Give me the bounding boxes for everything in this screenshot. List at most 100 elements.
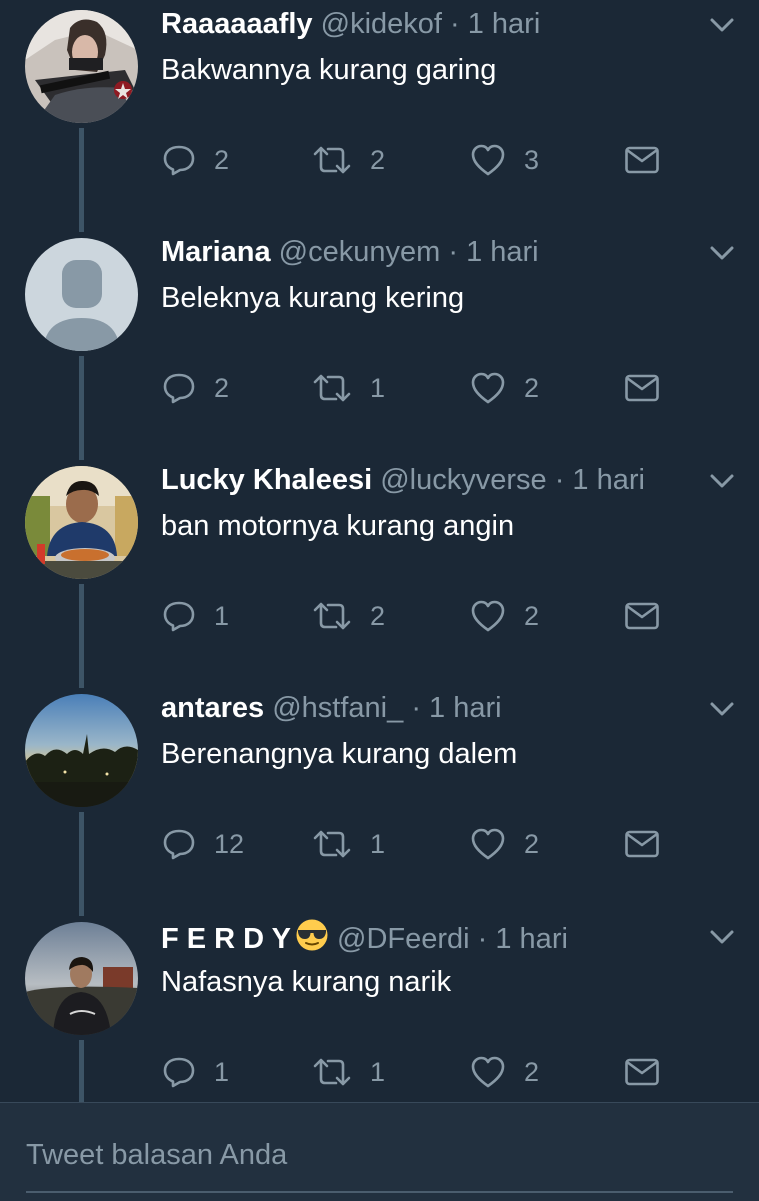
display-name[interactable]: Mariana [161, 236, 271, 268]
reply-count: 1 [214, 600, 230, 631]
avatar[interactable] [25, 694, 138, 807]
chevron-down-icon[interactable] [707, 12, 737, 38]
tweet-header: Lucky Khaleesi @luckyverse · 1 hari [161, 462, 699, 498]
reply-icon [163, 145, 195, 176]
handle[interactable]: @hstfani_ [272, 692, 403, 724]
heart-icon [471, 828, 505, 860]
reply-button[interactable]: 2 [162, 140, 229, 180]
envelope-icon [625, 1058, 659, 1086]
like-button[interactable]: 2 [470, 1052, 539, 1092]
display-name[interactable]: antares [161, 692, 264, 724]
chevron-down-icon[interactable] [707, 924, 737, 950]
like-button[interactable]: 3 [470, 140, 539, 180]
tweet-actions: 2 2 3 [0, 140, 759, 180]
tweet[interactable]: Mariana @cekunyem · 1 hari Beleknya kura… [0, 228, 759, 456]
reply-button[interactable]: 1 [162, 596, 229, 636]
retweet-icon [313, 374, 351, 402]
handle[interactable]: @cekunyem [279, 236, 441, 268]
tweet[interactable]: Lucky Khaleesi @luckyverse · 1 hari ban … [0, 456, 759, 684]
retweet-icon [313, 602, 351, 630]
chevron-down-icon[interactable] [707, 696, 737, 722]
avatar[interactable] [25, 238, 138, 351]
like-button[interactable]: 2 [470, 368, 539, 408]
display-name[interactable]: Raaaaaafly [161, 8, 313, 40]
timestamp[interactable]: · 1 hari [411, 692, 501, 724]
tweet-header: Raaaaaafly @kidekof · 1 hari [161, 6, 699, 42]
display-name[interactable]: Lucky Khaleesi [161, 464, 372, 496]
tweet-actions: 2 1 2 [0, 368, 759, 408]
handle[interactable]: @DFeerdi [337, 923, 470, 955]
handle[interactable]: @kidekof [321, 8, 442, 40]
like-button[interactable]: 2 [470, 596, 539, 636]
avatar[interactable] [25, 10, 138, 123]
like-count: 2 [524, 828, 540, 859]
tweet-actions: 12 1 2 [0, 824, 759, 864]
retweet-count: 1 [370, 828, 386, 859]
reply-composer [0, 1102, 759, 1201]
retweet-count: 2 [370, 144, 386, 175]
retweet-icon [313, 1058, 351, 1086]
display-name[interactable]: F E R D Y [161, 923, 291, 955]
reply-button[interactable]: 1 [162, 1052, 229, 1092]
reply-button[interactable]: 12 [162, 824, 244, 864]
avatar[interactable] [25, 466, 138, 579]
like-button[interactable]: 2 [470, 824, 539, 864]
tweet-actions: 1 2 2 [0, 596, 759, 636]
direct-message-button[interactable] [624, 368, 660, 408]
retweet-button[interactable]: 2 [312, 140, 385, 180]
reply-button[interactable]: 2 [162, 368, 229, 408]
retweet-button[interactable]: 1 [312, 368, 385, 408]
sunglasses-emoji [296, 919, 328, 951]
chevron-down-icon[interactable] [707, 468, 737, 494]
envelope-icon [625, 374, 659, 402]
timestamp[interactable]: · 1 hari [478, 923, 568, 955]
like-count: 2 [524, 372, 540, 403]
tweet-text: Nafasnya kurang narik [161, 966, 452, 998]
handle[interactable]: @luckyverse [380, 464, 546, 496]
retweet-button[interactable]: 1 [312, 1052, 385, 1092]
direct-message-button[interactable] [624, 596, 660, 636]
reply-count: 2 [214, 144, 230, 175]
retweet-count: 1 [370, 372, 386, 403]
tweet-text: Berenangnya kurang dalem [161, 738, 518, 770]
reply-count: 12 [214, 828, 245, 859]
tweet[interactable]: Raaaaaafly @kidekof · 1 hari Bakwannya k… [0, 0, 759, 228]
retweet-count: 2 [370, 600, 386, 631]
heart-icon [471, 1056, 505, 1088]
tweet-text: Bakwannya kurang garing [161, 54, 497, 86]
retweet-count: 1 [370, 1056, 386, 1087]
like-count: 2 [524, 1056, 540, 1087]
like-count: 2 [524, 600, 540, 631]
retweet-button[interactable]: 1 [312, 824, 385, 864]
timestamp[interactable]: · 1 hari [448, 236, 538, 268]
reply-icon [163, 1057, 195, 1088]
reply-count: 1 [214, 1056, 230, 1087]
timestamp[interactable]: · 1 hari [555, 464, 645, 496]
retweet-button[interactable]: 2 [312, 596, 385, 636]
reply-input[interactable] [26, 1131, 733, 1193]
heart-icon [471, 372, 505, 404]
tweet[interactable]: antares @hstfani_ · 1 hari Berenangnya k… [0, 684, 759, 912]
tweet-text: Beleknya kurang kering [161, 282, 465, 314]
timestamp[interactable]: · 1 hari [450, 8, 540, 40]
avatar[interactable] [25, 922, 138, 1035]
chevron-down-icon[interactable] [707, 240, 737, 266]
envelope-icon [625, 146, 659, 174]
direct-message-button[interactable] [624, 140, 660, 180]
tweet-actions: 1 1 2 [0, 1052, 759, 1092]
heart-icon [471, 144, 505, 176]
retweet-icon [313, 830, 351, 858]
reply-icon [163, 601, 195, 632]
tweet-header: antares @hstfani_ · 1 hari [161, 690, 699, 726]
direct-message-button[interactable] [624, 824, 660, 864]
direct-message-button[interactable] [624, 1052, 660, 1092]
heart-icon [471, 600, 505, 632]
reply-count: 2 [214, 372, 230, 403]
reply-icon [163, 829, 195, 860]
reply-icon [163, 373, 195, 404]
tweet-text: ban motornya kurang angin [161, 510, 515, 542]
retweet-icon [313, 146, 351, 174]
tweet-header: F E R D Y @DFeerdi · 1 hari [161, 918, 699, 955]
envelope-icon [625, 602, 659, 630]
like-count: 3 [524, 144, 540, 175]
